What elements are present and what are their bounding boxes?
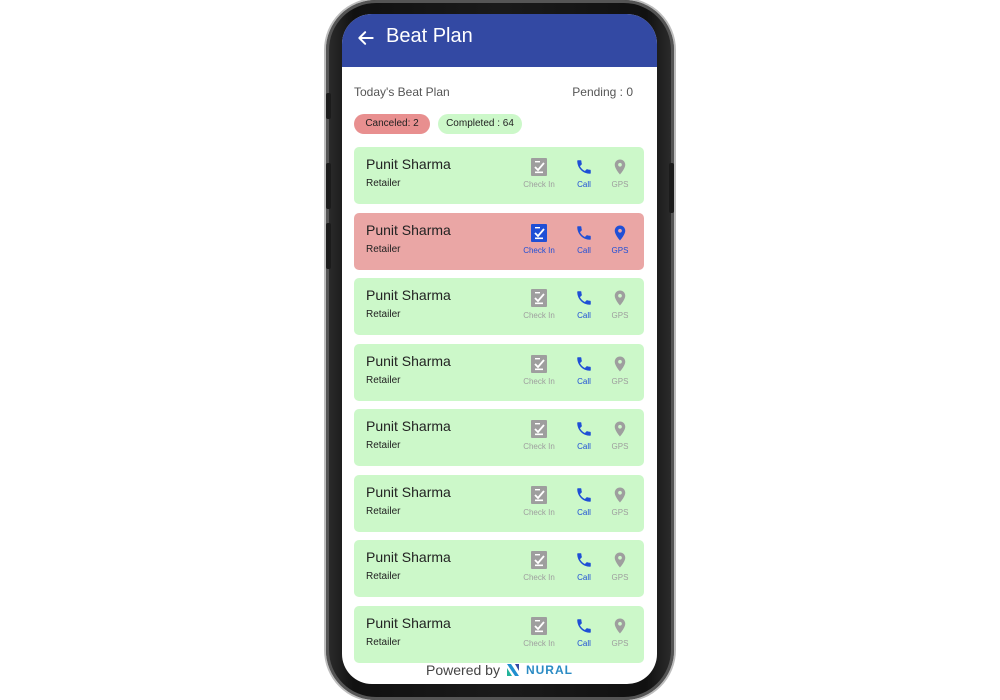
- powered-by-label: Powered by: [426, 662, 500, 678]
- map-pin-icon: [614, 552, 626, 568]
- retailer-role: Retailer: [366, 505, 401, 517]
- retailer-name: Punit Sharma: [366, 614, 451, 631]
- retailer-name: Punit Sharma: [366, 156, 451, 172]
- retailer-name: Punit Sharma: [366, 287, 451, 303]
- checkin-button[interactable]: Check In: [517, 354, 561, 386]
- map-pin-icon: [614, 159, 626, 175]
- map-pin-icon: [614, 421, 626, 437]
- visit-card[interactable]: Punit Sharma Retailer Check In Call GPS: [354, 147, 644, 204]
- phone-icon: [577, 291, 591, 305]
- gps-button[interactable]: GPS: [598, 223, 642, 255]
- checkin-button[interactable]: Check In: [517, 223, 561, 255]
- visit-card[interactable]: Punit Sharma Retailer Check In Call GPS: [354, 278, 644, 335]
- gps-button[interactable]: GPS: [598, 419, 642, 451]
- phone-icon: [577, 422, 591, 436]
- gps-button[interactable]: GPS: [598, 550, 642, 582]
- checklist-icon: [531, 354, 547, 373]
- map-pin-icon: [614, 290, 626, 306]
- retailer-role: Retailer: [366, 374, 401, 386]
- map-pin-icon: [614, 225, 626, 240]
- checkin-button[interactable]: Check In: [517, 550, 561, 582]
- phone-volume-up: [326, 163, 331, 209]
- phone-power-button: [669, 163, 674, 213]
- retailer-name: Punit Sharma: [366, 418, 451, 434]
- visit-card[interactable]: Punit Sharma Retailer Check In Call GPS: [354, 474, 644, 532]
- gps-label: GPS: [611, 507, 629, 517]
- checklist-icon: [531, 223, 547, 242]
- gps-button[interactable]: GPS: [598, 485, 642, 517]
- retailer-role: Retailer: [366, 636, 401, 648]
- checklist-icon: [531, 616, 547, 635]
- visit-card[interactable]: Punit Sharma Retailer Check In Call GPS: [354, 212, 644, 270]
- phone-icon: [577, 487, 591, 502]
- canceled-chip[interactable]: Canceled: 2: [354, 114, 430, 134]
- checkin-button[interactable]: Check In: [517, 157, 561, 189]
- gps-button[interactable]: GPS: [598, 288, 642, 320]
- nural-logo-icon: [506, 664, 519, 676]
- phone-side-button: [326, 93, 331, 119]
- page-title: Beat Plan: [386, 25, 473, 47]
- gps-label: GPS: [611, 573, 629, 582]
- completed-chip[interactable]: Completed : 64: [438, 114, 522, 134]
- visit-card[interactable]: Punit Sharma Retailer Check In Call GPS: [354, 409, 644, 466]
- checkin-label: Check In: [523, 311, 555, 320]
- retailer-name: Punit Sharma: [366, 221, 451, 238]
- phone-icon: [577, 618, 591, 633]
- checkin-label: Check In: [523, 638, 555, 648]
- visit-card[interactable]: Punit Sharma Retailer Check In Call GPS: [354, 540, 644, 597]
- phone-icon: [577, 160, 591, 174]
- app-bar: Beat Plan: [342, 14, 657, 67]
- map-pin-icon: [614, 487, 626, 502]
- arrow-left-icon[interactable]: [356, 28, 376, 48]
- brand-name: NURAL: [525, 663, 573, 677]
- retailer-name: Punit Sharma: [366, 352, 451, 369]
- checkin-button[interactable]: Check In: [517, 616, 561, 648]
- retailer-role: Retailer: [366, 571, 401, 582]
- checkin-label: Check In: [523, 180, 555, 189]
- checkin-label: Check In: [523, 376, 555, 386]
- gps-label: GPS: [611, 376, 629, 386]
- checkin-button[interactable]: Check In: [517, 419, 561, 451]
- checklist-icon: [531, 158, 547, 176]
- visit-card[interactable]: Punit Sharma Retailer Check In Call GPS: [354, 605, 644, 663]
- phone-volume-down: [326, 223, 331, 269]
- phone-icon: [577, 553, 591, 567]
- phone-icon: [577, 225, 591, 240]
- pending-count: Pending : 0: [572, 85, 633, 99]
- visit-card[interactable]: Punit Sharma Retailer Check In Call GPS: [354, 343, 644, 401]
- gps-label: GPS: [611, 311, 629, 320]
- map-pin-icon: [614, 356, 626, 371]
- retailer-role: Retailer: [366, 178, 401, 189]
- gps-button[interactable]: GPS: [598, 616, 642, 648]
- retailer-role: Retailer: [366, 440, 401, 451]
- checkin-button[interactable]: Check In: [517, 288, 561, 320]
- checklist-icon: [531, 420, 547, 438]
- gps-label: GPS: [611, 638, 629, 648]
- retailer-role: Retailer: [366, 243, 401, 255]
- app-screen: Beat Plan Today's Beat Plan Pending : 0 …: [342, 14, 657, 684]
- retailer-name: Punit Sharma: [366, 483, 451, 500]
- checklist-icon: [531, 289, 547, 307]
- checklist-icon: [531, 551, 547, 569]
- beat-plan-label: Today's Beat Plan: [354, 85, 450, 99]
- checkin-label: Check In: [523, 442, 555, 451]
- gps-label: GPS: [611, 442, 629, 451]
- footer: Powered by NURAL: [342, 662, 657, 682]
- checkin-label: Check In: [523, 245, 555, 255]
- retailer-name: Punit Sharma: [366, 549, 451, 565]
- phone-icon: [577, 356, 591, 371]
- retailer-role: Retailer: [366, 309, 401, 320]
- map-pin-icon: [614, 618, 626, 633]
- gps-label: GPS: [611, 245, 629, 255]
- gps-label: GPS: [611, 180, 629, 189]
- checklist-icon: [531, 485, 547, 504]
- checkin-button[interactable]: Check In: [517, 485, 561, 517]
- checkin-label: Check In: [523, 507, 555, 517]
- gps-button[interactable]: GPS: [598, 354, 642, 386]
- gps-button[interactable]: GPS: [598, 157, 642, 189]
- checkin-label: Check In: [523, 573, 555, 582]
